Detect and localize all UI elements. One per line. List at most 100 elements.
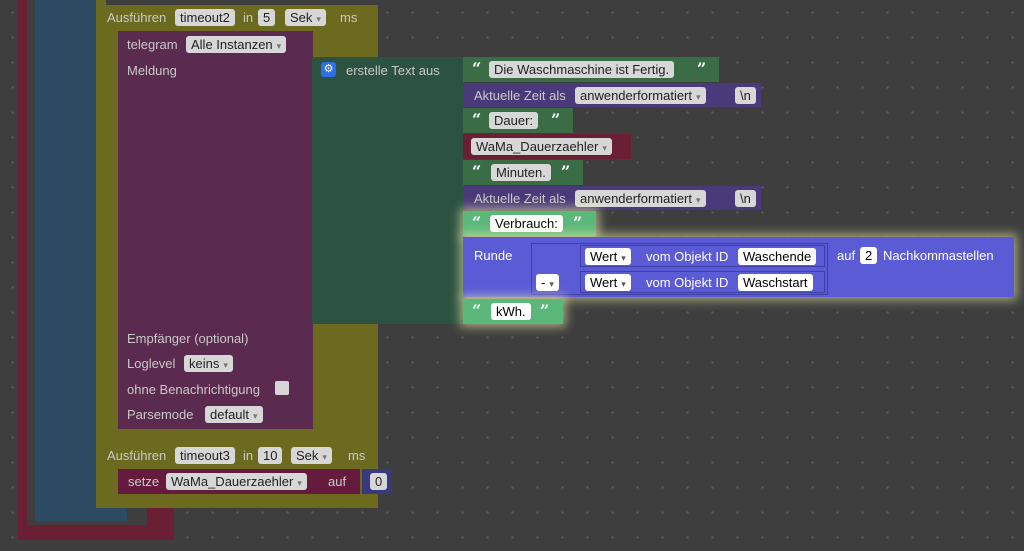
time-format-value-1: anwenderformatiert	[580, 88, 692, 103]
exec-block-footer	[100, 430, 370, 442]
quote-open-icon: “	[472, 213, 482, 232]
create-text-block[interactable]: ⚙ erstelle Text aus	[312, 57, 464, 324]
create-text-label: erstelle Text aus	[346, 63, 440, 78]
quote-close-icon: ”	[573, 213, 583, 232]
ms-label: ms	[340, 10, 358, 25]
navy-block-body	[35, 0, 45, 520]
quote-open-icon: “	[472, 59, 482, 78]
number-value[interactable]: 0	[370, 473, 388, 490]
chevron-down-icon: ▾	[621, 253, 626, 263]
chevron-down-icon: ▾	[621, 279, 626, 289]
exec-block-timeout3[interactable]: Ausführen timeout3 in 10 Sek ▾ ms	[100, 443, 370, 468]
value-mode-1: Wert	[590, 249, 618, 264]
timeout-var-field-2[interactable]: timeout3	[175, 447, 235, 464]
set-variable-value: WaMa_Dauerzaehler	[171, 474, 294, 489]
time-format-dropdown-2[interactable]: anwenderformatiert ▾	[575, 190, 706, 207]
parsemode-value: default	[210, 407, 250, 422]
instance-value: Alle Instanzen	[191, 37, 273, 52]
time-format-dropdown-1[interactable]: anwenderformatiert ▾	[575, 87, 706, 104]
parsemode-label: Parsemode	[127, 407, 194, 422]
chevron-down-icon: ▾	[223, 360, 228, 370]
delay-value-field-2[interactable]: 10	[258, 447, 283, 464]
recipient-label: Empfänger (optional)	[127, 331, 249, 346]
object-value-block-1[interactable]: Wert ▾ vom Objekt ID Waschende	[580, 245, 825, 267]
delay-value-field[interactable]: 5	[258, 9, 276, 26]
quote-open-icon: “	[472, 110, 482, 129]
object-id-field-2[interactable]: Waschstart	[738, 274, 813, 291]
chevron-down-icon: ▾	[276, 41, 282, 51]
no-notify-checkbox[interactable]	[275, 381, 289, 395]
exec-block-timeout2[interactable]: Ausführen timeout2 in 5 Sek ▾ ms	[100, 5, 370, 31]
in-label-2: in	[243, 448, 254, 463]
timeout-var-field[interactable]: timeout2	[175, 9, 235, 26]
parsemode-dropdown[interactable]: default ▾	[205, 406, 263, 423]
text-value-minuten[interactable]: Minuten.	[491, 164, 551, 181]
quote-close-icon: ”	[561, 162, 571, 181]
timeout-var-value: timeout2	[180, 10, 230, 25]
loglevel-value: keins	[189, 356, 220, 371]
value-mode-dropdown-2[interactable]: Wert ▾	[585, 274, 631, 291]
variable-block-dauer[interactable]: WaMa_Dauerzaehler ▾	[463, 134, 631, 159]
variable-dropdown-dauer[interactable]: WaMa_Dauerzaehler ▾	[471, 138, 612, 155]
decimals-field[interactable]: 2	[860, 247, 878, 264]
gear-icon[interactable]: ⚙	[321, 62, 336, 77]
unit-value: Sek	[290, 10, 313, 25]
text-block-1[interactable]: “ Die Waschmaschine ist Fertig. ”	[463, 57, 719, 82]
time-format-value-2: anwenderformatiert	[580, 191, 692, 206]
quote-close-icon: ”	[697, 59, 707, 78]
object-id-field-1[interactable]: Waschende	[738, 248, 817, 265]
quote-close-icon: ”	[540, 301, 550, 320]
text-block-minuten[interactable]: “ Minuten. ”	[463, 160, 583, 185]
quote-close-icon: ”	[551, 110, 561, 129]
round-block[interactable]: Runde - ▾ Wert ▾ vom Objekt ID Waschende W…	[463, 237, 1014, 297]
telegram-instance-dropdown[interactable]: Alle Instanzen ▾	[186, 36, 287, 53]
time-suffix-field-2[interactable]: \n	[735, 190, 756, 207]
loglevel-label: Loglevel	[127, 356, 176, 371]
exec-block-footer-2	[100, 494, 378, 506]
chevron-down-icon: ▾	[696, 195, 701, 205]
telegram-label: telegram	[127, 37, 178, 52]
set-label: setze	[128, 474, 160, 489]
operator-dropdown[interactable]: - ▾	[536, 274, 559, 291]
set-to-label: auf	[328, 474, 347, 489]
quote-open-icon: “	[472, 301, 482, 320]
in-label: in	[243, 10, 254, 25]
operator-value: -	[541, 275, 546, 290]
object-value-block-2[interactable]: Wert ▾ vom Objekt ID Waschstart	[580, 271, 825, 293]
text-block-dauer[interactable]: “ Dauer: ”	[463, 108, 573, 133]
decimals-label: auf	[837, 248, 856, 263]
loglevel-dropdown[interactable]: keins ▾	[184, 355, 233, 372]
text-block-verbrauch[interactable]: “ Verbrauch: ”	[463, 211, 596, 236]
unit-dropdown-2[interactable]: Sek ▾	[291, 447, 332, 464]
time-block-2[interactable]: Aktuelle Zeit als anwenderformatiert ▾ \n	[463, 186, 761, 210]
chevron-down-icon: ▾	[316, 14, 321, 24]
text-value-kwh[interactable]: kWh.	[491, 303, 531, 320]
exec-label-2: Ausführen	[107, 448, 167, 463]
chevron-down-icon: ▾	[322, 452, 327, 462]
time-suffix-field-1[interactable]: \n	[735, 87, 756, 104]
set-variable-block[interactable]: setze WaMa_Dauerzaehler ▾ auf	[118, 469, 360, 494]
text-block-kwh[interactable]: “ kWh. ”	[463, 299, 563, 324]
text-value-1[interactable]: Die Waschmaschine ist Fertig.	[489, 61, 675, 78]
round-label: Runde	[474, 248, 513, 263]
value-mode-dropdown-1[interactable]: Wert ▾	[585, 248, 631, 265]
quote-open-icon: “	[472, 162, 482, 181]
exec-label: Ausführen	[107, 10, 167, 25]
message-label: Meldung	[127, 63, 177, 78]
value-mode-2: Wert	[590, 275, 618, 290]
object-id-label-2: vom Objekt ID	[646, 275, 729, 290]
time-label-1: Aktuelle Zeit als	[474, 88, 566, 103]
text-value-verbrauch[interactable]: Verbrauch:	[490, 215, 563, 232]
set-variable-dropdown[interactable]: WaMa_Dauerzaehler ▾	[166, 473, 307, 490]
telegram-block[interactable]: telegram Alle Instanzen ▾ Meldung Empfäng…	[118, 31, 313, 429]
chevron-down-icon: ▾	[602, 143, 607, 153]
number-block[interactable]: 0	[362, 469, 392, 494]
time-label-2: Aktuelle Zeit als	[474, 191, 566, 206]
unit-dropdown[interactable]: Sek ▾	[285, 9, 326, 26]
no-notify-label: ohne Benachrichtigung	[127, 382, 260, 397]
text-value-dauer[interactable]: Dauer:	[489, 112, 539, 129]
variable-value-dauer: WaMa_Dauerzaehler	[476, 139, 599, 154]
chevron-down-icon: ▾	[696, 92, 701, 102]
unit-value-2: Sek	[296, 448, 319, 463]
time-block-1[interactable]: Aktuelle Zeit als anwenderformatiert ▾ \n	[463, 83, 761, 107]
